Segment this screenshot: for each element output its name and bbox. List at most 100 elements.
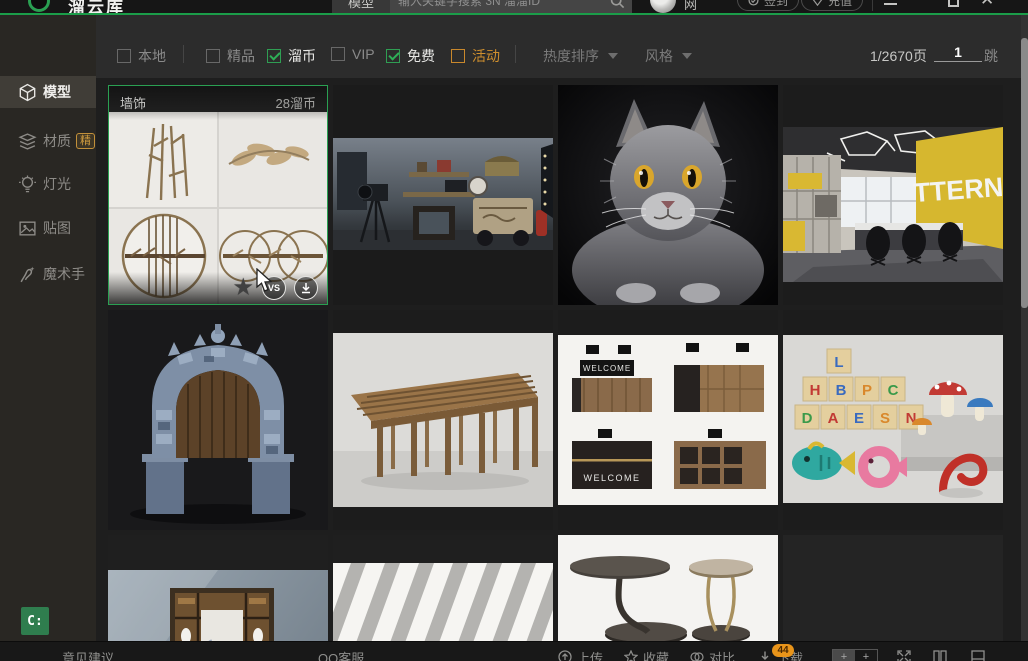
card-header-overlay: 墙饰 28溜币 xyxy=(109,86,327,120)
thumbnail-size-toggle[interactable]: + + xyxy=(832,649,878,661)
toys-thumbnail: L H B P C D A E S N xyxy=(783,335,1003,503)
card-footer-overlay: ★ VS xyxy=(109,272,327,304)
svg-text:S: S xyxy=(880,410,890,427)
model-card-archway[interactable] xyxy=(108,310,328,530)
svg-text:WELCOME: WELCOME xyxy=(583,473,640,483)
download-icon xyxy=(758,650,772,661)
model-card-vintage-scene[interactable] xyxy=(333,85,553,305)
checkbox-icon xyxy=(331,47,345,61)
filter-free[interactable]: 免费 xyxy=(386,46,435,66)
magic-hand-icon xyxy=(17,264,37,284)
compare-icon xyxy=(690,650,704,661)
panel-view-button[interactable] xyxy=(970,647,986,661)
filter-coin[interactable]: 溜币 xyxy=(267,46,316,66)
recharge-button[interactable]: 充值 xyxy=(801,0,863,11)
favorites-button[interactable]: 收藏 xyxy=(624,647,669,661)
size-small-option[interactable]: + xyxy=(833,650,855,661)
reception-thumbnail: WELCOME WELCOME xyxy=(558,335,778,505)
sidebar-item-models[interactable]: 模型 xyxy=(0,76,96,108)
app-window: 溜云库 模型 网 签到 充值 ✕ 模型 xyxy=(0,0,1028,661)
drive-c-badge[interactable]: C: xyxy=(21,607,49,635)
upload-button[interactable]: 上传 xyxy=(558,647,603,661)
model-card-office[interactable]: TTERN xyxy=(783,85,1003,305)
checkbox-icon xyxy=(206,49,220,63)
upload-icon xyxy=(558,650,572,661)
svg-text:C: C xyxy=(888,382,899,399)
search-icon[interactable] xyxy=(602,0,632,13)
minimize-button[interactable] xyxy=(884,3,897,5)
scrollbar-thumb[interactable] xyxy=(1021,38,1028,308)
filter-vip[interactable]: VIP xyxy=(331,46,375,62)
column-view-button[interactable] xyxy=(932,647,948,661)
size-large-option[interactable]: + xyxy=(855,650,877,661)
search-input[interactable] xyxy=(390,0,602,13)
model-card-reception-desks[interactable]: WELCOME WELCOME xyxy=(558,310,778,530)
jump-button[interactable]: 跳 xyxy=(984,46,998,66)
chevron-down-icon xyxy=(682,53,692,59)
svg-text:A: A xyxy=(828,410,839,427)
model-card-wall-decor[interactable]: 墙饰 28溜币 ★ VS xyxy=(108,85,328,305)
download-button[interactable] xyxy=(294,276,318,300)
panel-icon xyxy=(970,649,986,661)
sidebar-item-textures[interactable]: 贴图 xyxy=(0,212,96,244)
search-box: 模型 xyxy=(332,0,632,13)
card-category: 墙饰 xyxy=(120,93,146,112)
user-avatar[interactable] xyxy=(650,0,676,13)
chevron-down-icon xyxy=(608,53,618,59)
sidebar-item-magic-hand[interactable]: 魔术手 xyxy=(0,258,96,290)
checkin-icon xyxy=(748,0,759,6)
archway-thumbnail xyxy=(108,310,328,530)
compare-vs-button[interactable]: VS xyxy=(262,276,286,300)
page-indicator: 1/2670页 xyxy=(870,46,927,66)
model-card-cat[interactable] xyxy=(558,85,778,305)
sidebar: 模型 材质 精 灯光 贴图 魔术手 C: xyxy=(0,15,96,641)
app-logo-icon xyxy=(28,0,50,12)
support-link[interactable]: QQ客服 xyxy=(318,647,364,661)
svg-text:P: P xyxy=(862,382,872,399)
style-dropdown[interactable]: 风格 xyxy=(645,46,692,66)
search-category-dropdown[interactable]: 模型 xyxy=(332,0,390,13)
office-thumbnail: TTERN xyxy=(783,127,1003,282)
model-card-pergola[interactable] xyxy=(333,310,553,530)
checkbox-icon xyxy=(117,49,131,63)
star-icon xyxy=(624,650,638,661)
sort-dropdown[interactable]: 热度排序 xyxy=(543,46,618,66)
model-card-toys[interactable]: L H B P C D A E S N xyxy=(783,310,1003,530)
premium-badge: 精 xyxy=(76,133,95,149)
feedback-link[interactable]: 意见建议 xyxy=(62,647,114,661)
filter-activity[interactable]: 活动 xyxy=(451,46,500,66)
username-label: 网 xyxy=(684,0,697,13)
download-icon xyxy=(300,282,312,294)
filter-local[interactable]: 本地 xyxy=(117,46,166,66)
checkbox-checked-icon xyxy=(386,49,400,63)
pergola-thumbnail xyxy=(333,333,553,507)
recharge-icon xyxy=(812,0,823,6)
columns-icon xyxy=(932,649,948,661)
cat-thumbnail xyxy=(558,85,778,305)
vintage-scene-thumbnail xyxy=(333,138,553,250)
compare-button[interactable]: 对比 xyxy=(690,647,735,661)
svg-text:WELCOME: WELCOME xyxy=(583,364,631,373)
checkin-button[interactable]: 签到 xyxy=(737,0,799,11)
filter-divider xyxy=(515,45,516,63)
download-count-badge: 44 xyxy=(772,644,794,657)
scrollbar-track[interactable] xyxy=(1021,15,1028,661)
page-number-input[interactable] xyxy=(934,43,982,62)
filter-premium[interactable]: 精品 xyxy=(206,46,255,66)
sidebar-item-materials[interactable]: 材质 精 xyxy=(0,125,96,157)
close-button[interactable]: ✕ xyxy=(980,0,994,8)
bulb-icon xyxy=(17,174,37,194)
expand-icon xyxy=(896,649,912,661)
filter-divider xyxy=(183,45,184,63)
picture-icon xyxy=(17,218,37,238)
checkbox-icon xyxy=(451,49,465,63)
svg-text:H: H xyxy=(810,382,821,399)
favorite-star-icon[interactable]: ★ xyxy=(232,276,254,300)
svg-text:B: B xyxy=(836,382,847,399)
maximize-button[interactable] xyxy=(948,0,959,7)
cube-icon xyxy=(17,82,37,102)
titlebar: 溜云库 模型 网 签到 充值 ✕ xyxy=(0,0,1028,13)
fullscreen-button[interactable] xyxy=(896,647,912,661)
sidebar-item-lights[interactable]: 灯光 xyxy=(0,168,96,200)
svg-text:L: L xyxy=(834,354,843,371)
